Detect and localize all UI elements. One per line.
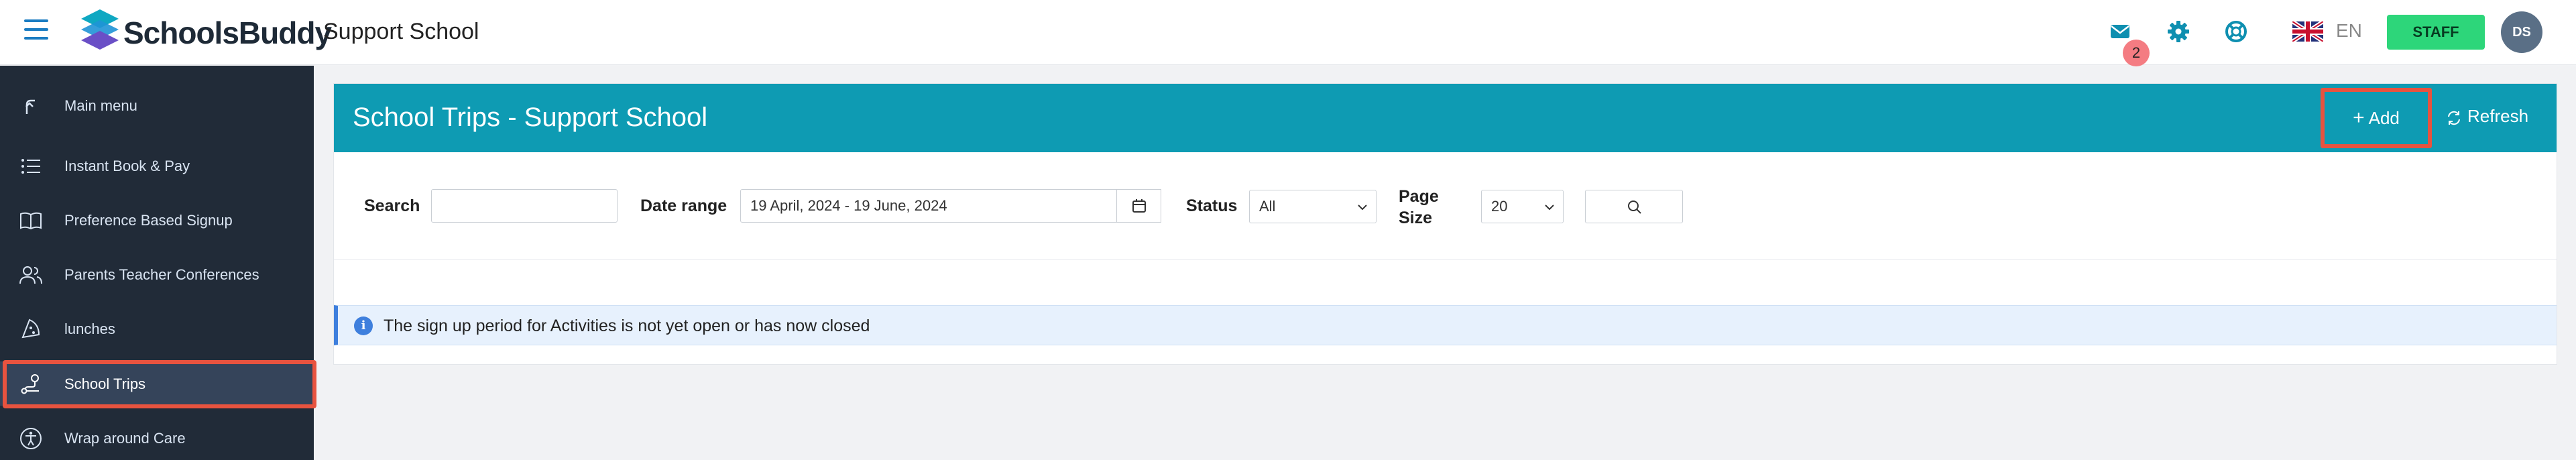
panel-header: School Trips - Support School + Add Refre…	[334, 84, 2557, 152]
sidebar-item-label: Parents Teacher Conferences	[64, 266, 259, 283]
accessibility-icon	[20, 428, 42, 449]
user-avatar[interactable]: DS	[2501, 11, 2542, 53]
sidebar-item-instant-book-pay[interactable]: Instant Book & Pay	[0, 143, 314, 188]
help-lifebuoy-icon[interactable]	[2223, 19, 2249, 44]
arrow-up-icon	[25, 99, 35, 114]
search-button[interactable]	[1585, 190, 1683, 223]
chevron-down-icon	[1545, 205, 1554, 211]
status-select[interactable]: All	[1249, 190, 1377, 223]
sidebar-item-label: Wrap around Care	[64, 430, 186, 447]
sidebar-item-lunches[interactable]: lunches	[0, 306, 314, 351]
date-range-label: Date range	[640, 196, 727, 215]
page-size-label-line-2: Size	[1399, 209, 1433, 227]
page-title: School Trips - Support School	[353, 103, 708, 132]
refresh-button-label: Refresh	[2467, 106, 2529, 126]
alert-message: The sign up period for Activities is not…	[384, 317, 870, 335]
sidebar-item-label: lunches	[64, 321, 115, 337]
info-icon: i	[354, 317, 373, 335]
chevron-down-icon	[1358, 205, 1367, 211]
school-trips-highlight-box	[3, 360, 316, 408]
search-label: Search	[364, 196, 420, 215]
mail-icon[interactable]	[2107, 19, 2133, 44]
language-selector[interactable]: EN	[2336, 20, 2362, 42]
food-icon	[21, 319, 40, 339]
mail-count-badge: 2	[2123, 40, 2150, 66]
gear-icon[interactable]	[2166, 19, 2191, 44]
calendar-button[interactable]	[1117, 189, 1161, 223]
add-button-label: Add	[2368, 108, 2400, 128]
refresh-button[interactable]: Refresh	[2446, 103, 2528, 129]
school-trips-panel: School Trips - Support School + Add Refre…	[333, 83, 2557, 365]
calendar-icon	[1132, 199, 1146, 213]
plus-icon: +	[2353, 107, 2365, 129]
schoolsbuddy-logo-icon	[81, 9, 119, 50]
school-name: Support School	[323, 19, 479, 44]
list-icon	[21, 159, 40, 174]
search-icon	[1628, 200, 1641, 214]
page-size-label-line-1: Page	[1399, 187, 1439, 206]
staff-role-button[interactable]: STAFF	[2387, 15, 2485, 50]
sidebar-item-preference-based-signup[interactable]: Preference Based Signup	[0, 198, 314, 242]
brand-name: SchoolsBuddy	[123, 15, 332, 50]
sidebar-item-wrap-around-care[interactable]: Wrap around Care	[0, 416, 314, 460]
sidebar-item-label: Preference Based Signup	[64, 212, 233, 229]
uk-flag-icon[interactable]	[2292, 21, 2323, 42]
page-size-label: Page Size	[1399, 186, 1439, 229]
sidebar-item-label: Main menu	[64, 97, 137, 114]
people-icon	[19, 266, 42, 284]
refresh-icon	[2448, 111, 2460, 125]
top-header: SchoolsBuddy Support School 2 EN STAFF D…	[0, 0, 2576, 66]
page-size-select-value: 20	[1491, 198, 1508, 215]
sidebar-item-parents-teacher-conferences[interactable]: Parents Teacher Conferences	[0, 252, 314, 296]
hamburger-menu-icon[interactable]	[24, 19, 48, 40]
status-label: Status	[1186, 196, 1238, 215]
info-alert: i The sign up period for Activities is n…	[334, 305, 2557, 345]
status-select-value: All	[1259, 198, 1276, 215]
add-button[interactable]: + Add	[2321, 88, 2432, 148]
date-range-input[interactable]: 19 April, 2024 - 19 June, 2024	[740, 189, 1117, 223]
search-input[interactable]	[431, 189, 618, 223]
page-size-select[interactable]: 20	[1481, 190, 1564, 223]
sidebar-item-label: Instant Book & Pay	[64, 158, 190, 174]
filter-bar: Search Date range 19 April, 2024 - 19 Ju…	[334, 152, 2557, 260]
book-icon	[20, 212, 42, 230]
sidebar-item-main-menu[interactable]: Main menu	[0, 83, 314, 127]
